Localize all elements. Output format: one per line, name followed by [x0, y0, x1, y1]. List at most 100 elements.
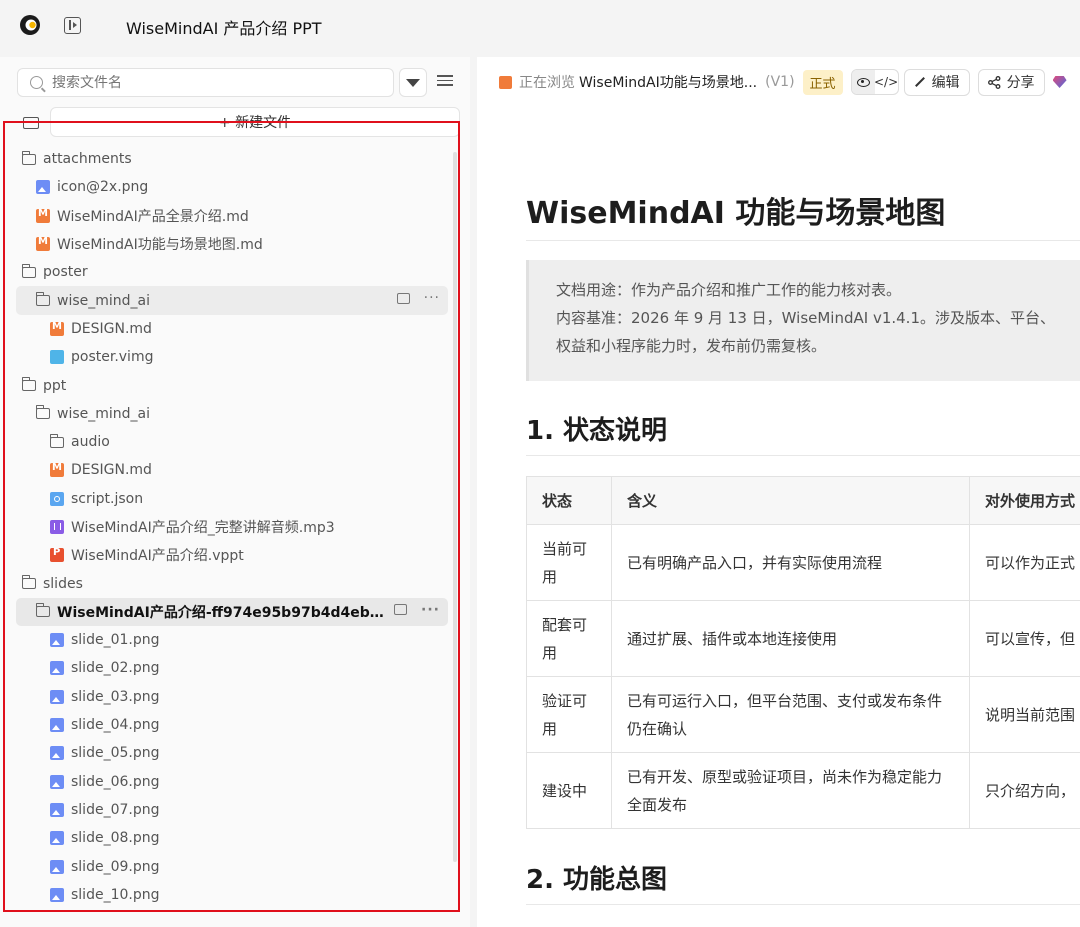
divider	[526, 904, 1080, 905]
file-explorer: + 新建文件 attachments icon@2x.png WiseMindAI产…	[0, 57, 470, 927]
divider	[526, 240, 1080, 241]
document-viewer: 正在浏览 WiseMindAI功能与场景地... (V1) 正式 </> 编辑 …	[477, 57, 1080, 927]
table-row: 验证可用 已有可运行入口，但平台范围、支付或发布条件仍在确认 说明当前范围 线承…	[526, 676, 1080, 753]
section-heading-overview: 2. 功能总图	[526, 865, 668, 895]
comment-icon[interactable]	[394, 604, 408, 616]
tree-item-label: slide_10.png	[71, 886, 160, 903]
tree-file[interactable]: WiseMindAI产品介绍_完整讲解音频.mp3	[16, 513, 448, 541]
tree-scrollbar[interactable]	[453, 152, 457, 862]
tree-item-label: WiseMindAI产品介绍.vppt	[71, 548, 244, 565]
folder-icon	[22, 575, 36, 590]
img-file-icon	[50, 802, 64, 817]
tree-file[interactable]: slide_02.png	[16, 654, 448, 682]
viewing-prefix: 正在浏览	[519, 75, 575, 91]
tree-item-label: poster.vimg	[71, 349, 154, 366]
share-button[interactable]: 分享	[977, 68, 1045, 96]
comment-icon[interactable]	[396, 292, 410, 304]
search-icon	[30, 76, 43, 89]
status-badge: 正式	[802, 69, 843, 95]
viewing-file-name: WiseMindAI功能与场景地...	[579, 75, 758, 91]
document-title: WiseMindAI 功能与场景地图	[526, 196, 946, 231]
more-icon[interactable]: ···	[424, 291, 440, 305]
folder-icon[interactable]	[23, 117, 39, 129]
markdown-file-icon	[499, 75, 512, 89]
tree-file[interactable]: DESIGN.md	[16, 315, 448, 343]
tree-file[interactable]: slide_01.png	[16, 626, 448, 654]
code-mode-button[interactable]: </>	[874, 70, 898, 94]
tree-file[interactable]: script.json	[16, 485, 448, 513]
file-tree: attachments icon@2x.png WiseMindAI产品全景介绍.m…	[16, 145, 448, 909]
img-file-icon	[50, 774, 64, 789]
tree-item-label: WiseMindAI产品介绍_完整讲解音频.mp3	[71, 520, 335, 536]
eye-icon	[856, 77, 870, 87]
tree-folder[interactable]: poster	[16, 258, 448, 286]
img-file-icon	[50, 746, 64, 761]
table-cell: 配套可用	[526, 600, 612, 677]
json-file-icon	[50, 491, 64, 506]
tree-folder[interactable]: WiseMindAI产品介绍-ff974e95b97b4d4eb95c... ··…	[16, 597, 448, 627]
tree-file[interactable]: slide_03.png	[16, 683, 448, 711]
tree-file[interactable]: WiseMindAI功能与场景地图.md	[16, 230, 448, 258]
divider	[526, 455, 1080, 456]
table-cell: 只介绍方向，	[969, 752, 1080, 829]
tree-folder[interactable]: ppt	[16, 371, 448, 399]
filter-button[interactable]	[399, 68, 427, 97]
title-bar: WiseMindAI 产品介绍 PPT	[0, 0, 1080, 52]
md-file-icon	[50, 321, 64, 336]
vimg-file-icon	[50, 350, 64, 365]
md-file-icon	[36, 236, 50, 252]
sidebar-toggle-icon[interactable]	[64, 17, 81, 34]
table-header-row: 状态 含义 对外使用方式	[526, 476, 1080, 525]
tree-file[interactable]: DESIGN.md	[16, 456, 448, 484]
tree-folder[interactable]: wise_mind_ai ···	[16, 286, 448, 315]
tree-item-label: poster	[43, 264, 88, 281]
quote-line: 内容基准：2026 年 9 月 13 日，WiseMindAI v1.4.1。涉…	[556, 309, 1055, 327]
new-file-button[interactable]: + 新建文件	[50, 107, 460, 137]
md-file-icon	[36, 208, 50, 223]
preview-mode-button[interactable]	[851, 70, 875, 94]
tree-item-label: slide_07.png	[71, 801, 160, 818]
table-cell: 验证可用	[526, 676, 612, 753]
tree-item-label: icon@2x.png	[57, 179, 149, 196]
tree-folder[interactable]: attachments	[16, 145, 448, 173]
more-icon[interactable]: ···	[421, 603, 440, 617]
tree-folder[interactable]: wise_mind_ai	[16, 400, 448, 428]
folder-icon	[36, 603, 50, 618]
table-header-cell: 含义	[611, 476, 970, 525]
tree-file[interactable]: slide_09.png	[16, 852, 448, 880]
tree-file[interactable]: WiseMindAI产品介绍.vppt	[16, 541, 448, 569]
folder-icon	[36, 292, 50, 307]
tree-folder[interactable]: slides	[16, 569, 448, 597]
tree-folder[interactable]: audio	[16, 428, 448, 456]
tree-file[interactable]: poster.vimg	[16, 343, 448, 371]
search-box[interactable]	[17, 68, 394, 97]
table-cell: 当前可用	[526, 524, 612, 601]
mp3-file-icon	[50, 520, 64, 534]
tree-item-label: attachments	[43, 151, 132, 168]
gem-icon[interactable]	[1052, 76, 1067, 88]
tree-file[interactable]: icon@2x.png	[16, 173, 448, 201]
table-row: 建设中 已有开发、原型或验证项目，尚未作为稳定能力全面发布 只介绍方向，	[526, 752, 1080, 829]
table-cell: 建设中	[526, 752, 612, 829]
md-file-icon	[50, 462, 64, 478]
tree-file[interactable]: slide_05.png	[16, 739, 448, 767]
folder-icon	[22, 150, 36, 165]
edit-label: 编辑	[931, 75, 960, 91]
tree-file[interactable]: slide_04.png	[16, 711, 448, 739]
search-input[interactable]	[52, 74, 372, 91]
tree-file[interactable]: WiseMindAI产品全景介绍.md	[16, 202, 448, 230]
tree-item-label: script.json	[71, 490, 144, 507]
tree-file[interactable]: slide_10.png	[16, 881, 448, 909]
table-cell: 说明当前范围 线承诺	[969, 676, 1080, 753]
status-table: 状态 含义 对外使用方式 当前可用 已有明确产品入口，并有实际使用流程 可以作为…	[526, 476, 1080, 829]
table-cell: 可以宣传，但 件	[969, 600, 1080, 677]
tree-file[interactable]: slide_07.png	[16, 796, 448, 824]
collapse-all-icon[interactable]	[437, 75, 453, 89]
tree-file[interactable]: slide_08.png	[16, 824, 448, 852]
img-file-icon	[50, 633, 64, 648]
tree-file[interactable]: slide_06.png	[16, 768, 448, 796]
quote-line: 权益和小程序能力时，发布前仍需复核。	[556, 337, 827, 355]
tree-item-label: wise_mind_ai	[57, 292, 151, 309]
edit-button[interactable]: 编辑	[903, 68, 970, 96]
tree-item-label: slide_02.png	[71, 660, 160, 677]
